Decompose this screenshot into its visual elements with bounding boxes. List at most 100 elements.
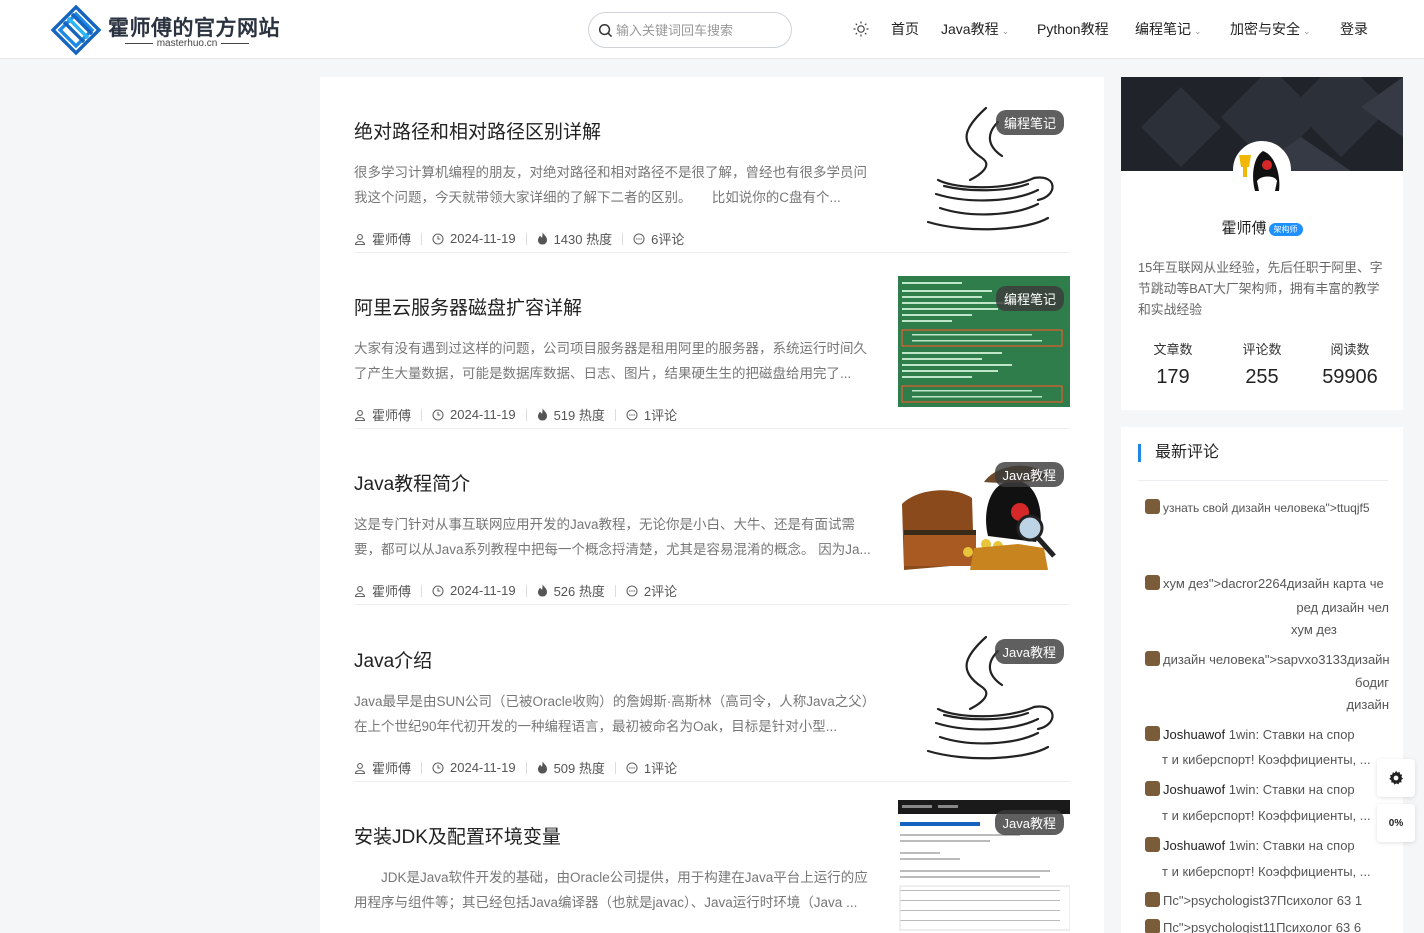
search-input[interactable] [616, 20, 786, 40]
post-meta: 霍师傅 2024-11-19 526 热度 2评论 [354, 581, 677, 600]
post-date: 2024-11-19 [450, 231, 516, 246]
category-tag[interactable]: Java教程 [994, 810, 1064, 835]
post-comments[interactable]: 1评论 [644, 405, 677, 424]
post-excerpt: Java最早是由SUN公司（已被Oracle收购）的詹姆斯·高斯林（高司令，人称… [354, 694, 876, 734]
post-item[interactable]: 阿里云服务器磁盘扩容详解 大家有没有遇到过这样的问题，公司项目服务器是租用阿里的… [354, 253, 1070, 429]
category-tag[interactable]: Java教程 [994, 462, 1064, 487]
comment-item[interactable]: Joshuawof 1win: Ставки на спор [1145, 779, 1391, 801]
widget-title: 最新评论 [1138, 444, 1219, 462]
post-views: 509 热度 [553, 761, 605, 776]
post-excerpt: 大家有没有遇到过这样的问题，公司项目服务器是租用阿里的服务器，系统运行时间久了产… [354, 341, 867, 381]
search-box[interactable] [588, 12, 792, 48]
comment-text: бодиг [1355, 675, 1389, 690]
divider [1138, 480, 1388, 481]
post-meta: 霍师傅 2024-11-19 519 热度 1评论 [354, 405, 677, 424]
comment-item[interactable]: Joshuawof 1win: Ставки на спор [1145, 724, 1391, 746]
commenter-avatar [1145, 837, 1160, 852]
post-author[interactable]: 霍师傅 [372, 581, 411, 600]
nav-programming-notes[interactable]: 编程笔记 ⌄ [1135, 0, 1202, 59]
post-date: 2024-11-19 [450, 760, 516, 775]
post-views: 519 热度 [553, 408, 605, 423]
post-comments[interactable]: 1评论 [644, 758, 677, 777]
post-item[interactable]: Java教程简介 这是专门针对从事互联网应用开发的Java教程，无论你是小白、大… [354, 429, 1070, 605]
nav-crypto-security[interactable]: 加密与安全 ⌄ [1230, 0, 1311, 59]
sun-icon[interactable] [852, 20, 870, 38]
author-bio: 15年互联网从业经验，先后任职于阿里、字节跳动等BAT大厂架构师，拥有丰富的教学… [1138, 260, 1383, 317]
site-header: 霍师傅的官方网站 masterhuo.cn 首页 Java教程⌄ Python教… [0, 0, 1424, 59]
fire-icon [537, 584, 547, 597]
category-tag[interactable]: 编程笔记 [995, 286, 1064, 311]
post-excerpt: 很多学习计算机编程的朋友，对绝对路径和相对路径不是很了解，曾经也有很多学员问我这… [354, 165, 867, 205]
post-excerpt: JDK是Java软件开发的基础，由Oracle公司提供，用于构建在Java平台上… [354, 870, 868, 910]
chevron-down-icon: ⌄ [1303, 26, 1311, 36]
post-comments[interactable]: 2评论 [644, 581, 677, 600]
clock-icon [432, 761, 444, 774]
comment-text: дизайн [1346, 697, 1389, 712]
chevron-down-icon: ⌄ [1194, 26, 1202, 36]
search-icon [598, 23, 613, 38]
post-author[interactable]: 霍师傅 [372, 405, 411, 424]
comment-text: хум дез [1291, 622, 1337, 637]
category-tag[interactable]: Java教程 [994, 639, 1064, 664]
commenter-name[interactable]: Joshuawof [1163, 782, 1225, 797]
nav-login[interactable]: 登录 [1340, 0, 1368, 59]
avatar[interactable] [1233, 141, 1291, 199]
author-profile-card: 霍师傅 架构师 15年互联网从业经验，先后任职于阿里、字节跳动等BAT大厂架构师，… [1121, 77, 1403, 410]
nav-home[interactable]: 首页 [891, 0, 919, 59]
post-title[interactable]: Java教程简介 [354, 469, 470, 496]
site-logo[interactable]: 霍师傅的官方网站 masterhuo.cn [50, 4, 280, 56]
post-thumbnail[interactable]: 编程笔记 [898, 100, 1070, 231]
nav-java-tutorial[interactable]: Java教程 ⌄ [941, 0, 1009, 59]
post-views: 1430 热度 [553, 232, 613, 247]
comment-item[interactable]: узнать свой дизайн человека">ttuqjf5 [1145, 497, 1391, 519]
post-thumbnail[interactable]: Java教程 [898, 452, 1070, 583]
duke-avatar-icon [1235, 143, 1289, 197]
commenter-avatar [1145, 726, 1160, 741]
post-author[interactable]: 霍师傅 [372, 229, 411, 248]
post-title[interactable]: Java介绍 [354, 646, 432, 673]
post-thumbnail[interactable]: 编程笔记 [898, 276, 1070, 407]
post-thumbnail[interactable]: Java教程 [898, 800, 1070, 931]
commenter-name[interactable]: Joshuawof [1163, 838, 1225, 853]
comment-item[interactable]: Joshuawof 1win: Ставки на спор [1145, 835, 1391, 857]
stat-articles: 文章数 179 [1153, 342, 1193, 388]
post-item[interactable]: Java介绍 Java最早是由SUN公司（已被Oracle收购）的詹姆斯·高斯林… [354, 606, 1070, 782]
site-domain: masterhuo.cn [112, 38, 262, 49]
commenter-avatar [1145, 892, 1160, 907]
user-icon [354, 585, 366, 597]
gear-icon [1389, 770, 1403, 785]
post-comments[interactable]: 6评论 [651, 229, 684, 248]
comment-text: т и киберспорт! Коэффициенты, ... [1162, 864, 1371, 879]
post-title[interactable]: 安装JDK及配置环境变量 [354, 822, 561, 849]
category-tag[interactable]: 编程笔记 [995, 110, 1064, 135]
post-item[interactable]: 绝对路径和相对路径区别详解 很多学习计算机编程的朋友，对绝对路径和相对路径不是很… [354, 77, 1070, 253]
comment-icon [626, 584, 638, 597]
commenter-name[interactable]: Joshuawof [1163, 727, 1225, 742]
comment-item[interactable]: Пс">psychologist37Психолог 63 1 [1145, 890, 1391, 912]
scroll-progress-button[interactable]: 0% [1377, 804, 1415, 842]
comment-item[interactable]: Пс">psychologist11Психолог 63 6 [1145, 917, 1391, 933]
fire-icon [537, 232, 547, 245]
role-badge: 架构师 [1268, 222, 1303, 236]
comment-icon [626, 408, 638, 421]
settings-button[interactable] [1377, 759, 1415, 797]
post-date: 2024-11-19 [450, 407, 516, 422]
post-meta: 霍师傅 2024-11-19 509 热度 1评论 [354, 758, 677, 777]
latest-comments-widget: 最新评论 узнать свой дизайн человека">ttuqjf… [1121, 427, 1403, 933]
clock-icon [432, 408, 444, 421]
post-title[interactable]: 绝对路径和相对路径区别详解 [354, 117, 601, 144]
post-title[interactable]: 阿里云服务器磁盘扩容详解 [354, 293, 582, 320]
comment-icon [633, 232, 645, 245]
post-thumbnail[interactable]: Java教程 [898, 629, 1070, 760]
post-item[interactable]: 安装JDK及配置环境变量 JDK是Java软件开发的基础，由Oracle公司提供… [354, 782, 1070, 933]
commenter-avatar [1145, 575, 1160, 590]
nav-python-tutorial[interactable]: Python教程 [1037, 0, 1109, 59]
post-views: 526 热度 [553, 584, 605, 599]
comment-icon [626, 761, 638, 774]
user-icon [354, 762, 366, 774]
comment-item[interactable]: дизайн человека">sapvxo3133дизайн [1145, 649, 1391, 671]
fire-icon [537, 761, 547, 774]
comment-item[interactable]: хум дез">dacror2264дизайн карта че [1145, 573, 1391, 595]
post-author[interactable]: 霍师傅 [372, 758, 411, 777]
logo-diamond-icon [50, 4, 102, 56]
